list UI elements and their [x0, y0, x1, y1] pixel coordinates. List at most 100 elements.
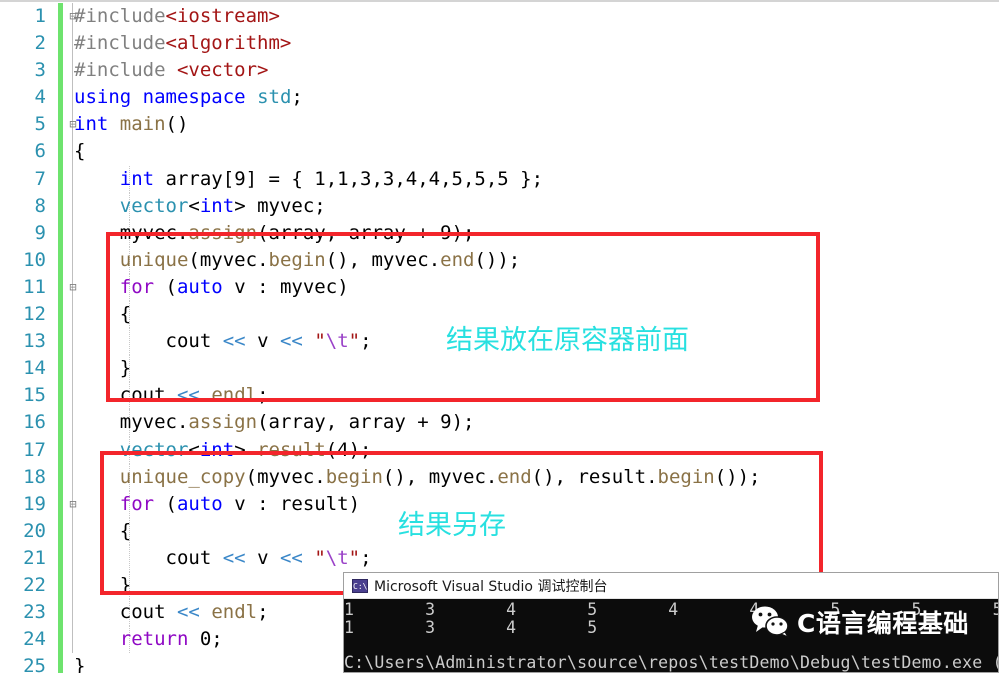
- line-number: 10: [23, 248, 46, 271]
- code-line[interactable]: 2 #include<algorithm>: [0, 30, 999, 58]
- change-indicator-bar: [58, 273, 63, 302]
- line-number: 4: [34, 86, 46, 109]
- console-app-icon: C:\: [352, 579, 368, 593]
- change-indicator-bar: [58, 463, 63, 491]
- line-number: 8: [34, 194, 46, 217]
- change-indicator-bar: [58, 409, 63, 437]
- line-number: 18: [23, 465, 46, 488]
- outline-guide-line: [72, 463, 73, 491]
- line-number: 1: [34, 5, 46, 27]
- code-line[interactable]: 5 ⊟ int main(): [0, 111, 999, 139]
- console-title-label: Microsoft Visual Studio 调试控制台: [374, 579, 608, 595]
- outline-guide-line: [72, 138, 73, 166]
- outline-guide-line: [72, 355, 73, 383]
- change-indicator-bar: [58, 192, 63, 220]
- outline-guide-line: [72, 165, 73, 193]
- code-line-text: vector<int> myvec;: [119, 194, 326, 217]
- annotation-text-in-place: 结果放在原容器前面: [446, 325, 689, 356]
- change-indicator-bar: [58, 626, 63, 654]
- code-line[interactable]: 8 vector<int> myvec;: [0, 192, 999, 220]
- outline-guide-line: [72, 192, 73, 220]
- outline-guide-line: [72, 409, 73, 437]
- line-number: 16: [23, 411, 46, 434]
- line-number: 9: [34, 221, 46, 244]
- code-line-text: #include<algorithm>: [74, 32, 292, 55]
- code-line-text: int array[9] = { 1,1,3,3,4,4,5,5,5 };: [119, 167, 544, 190]
- line-number: 23: [23, 601, 46, 624]
- wechat-account-name: C语言编程基础: [797, 609, 969, 638]
- change-indicator-bar: [58, 3, 63, 31]
- code-line-text: #include<iostream>: [74, 5, 280, 27]
- wechat-logo-icon: [752, 606, 790, 639]
- code-line[interactable]: 1 ⊟ #include<iostream>: [0, 3, 999, 31]
- change-indicator-bar: [58, 219, 63, 247]
- line-number: 25: [23, 655, 46, 673]
- change-indicator-bar: [58, 30, 63, 58]
- change-indicator-bar: [58, 544, 63, 572]
- screenshot-root: 1 ⊟ #include<iostream> 2 #include<algorithm>…: [0, 0, 999, 673]
- change-indicator-bar: [58, 653, 63, 673]
- outline-guide-line: [72, 571, 73, 600]
- line-number: 6: [34, 140, 46, 163]
- change-indicator-bar: [58, 165, 63, 193]
- wechat-logo: [751, 606, 791, 639]
- line-number: 20: [23, 519, 46, 542]
- line-number: 19: [23, 492, 46, 515]
- outline-guide-line: [72, 382, 73, 410]
- change-indicator-bar: [58, 57, 63, 85]
- code-line[interactable]: 3 #include <vector>: [0, 57, 999, 85]
- code-line-text: cout << endl;: [119, 601, 269, 624]
- line-number: 5: [34, 113, 46, 136]
- code-line-text: #include <vector>: [74, 59, 269, 82]
- code-line-text: return 0;: [119, 628, 223, 651]
- change-indicator-bar: [58, 599, 63, 627]
- outline-guide-line: [72, 544, 73, 572]
- change-indicator-bar: [58, 111, 63, 139]
- line-number: 17: [23, 438, 46, 461]
- console-output-row-2: 1 3 4 5: [344, 618, 598, 637]
- code-line[interactable]: 4 using namespace std;: [0, 84, 999, 112]
- outline-guide-line: [72, 246, 73, 274]
- code-line-text: int main(): [74, 113, 189, 136]
- change-indicator-bar: [58, 517, 63, 545]
- change-indicator-bar: [58, 355, 63, 383]
- change-indicator-bar: [58, 571, 63, 600]
- code-line[interactable]: 16 myvec.assign(array, array + 9);: [0, 409, 999, 437]
- line-number: 21: [23, 546, 46, 569]
- outline-guide-line: [72, 30, 73, 58]
- change-indicator-bar: [58, 328, 63, 356]
- outline-guide-line: [72, 599, 73, 627]
- outline-guide-line: [72, 517, 73, 545]
- line-number: 14: [23, 357, 46, 380]
- annotation-text-copy-out: 结果另存: [398, 510, 506, 541]
- code-line-text: {: [74, 140, 86, 163]
- code-line-text: }: [74, 655, 86, 673]
- outline-guide-line: [72, 219, 73, 247]
- red-highlight-box-unique: [106, 232, 820, 402]
- change-indicator-bar: [58, 301, 63, 329]
- line-number: 12: [23, 303, 46, 326]
- line-number: 3: [34, 59, 46, 82]
- line-number: 13: [23, 330, 46, 353]
- line-number: 2: [34, 32, 46, 55]
- change-indicator-bar: [58, 84, 63, 112]
- outline-guide-line: [72, 84, 73, 112]
- outline-guide-line: [72, 436, 73, 464]
- change-indicator-bar: [58, 246, 63, 274]
- line-number: 15: [23, 384, 46, 407]
- line-number: 7: [34, 167, 46, 190]
- console-title-bar[interactable]: C:\ Microsoft Visual Studio 调试控制台: [344, 573, 998, 599]
- code-line[interactable]: 6{: [0, 138, 999, 166]
- code-line-text: using namespace std;: [74, 86, 303, 109]
- change-indicator-bar: [58, 490, 63, 518]
- outline-guide-line: [72, 328, 73, 356]
- outline-guide-line: [72, 626, 73, 654]
- line-number: 11: [23, 275, 46, 298]
- change-indicator-bar: [58, 138, 63, 166]
- line-number: 22: [23, 573, 46, 596]
- console-exit-message: C:\Users\Administrator\source\repos\test…: [344, 653, 998, 672]
- code-line[interactable]: 7 int array[9] = { 1,1,3,3,4,4,5,5,5 };: [0, 165, 999, 193]
- wechat-watermark: C语言编程基础: [751, 604, 969, 640]
- code-line-text: myvec.assign(array, array + 9);: [119, 411, 475, 434]
- change-indicator-bar: [58, 436, 63, 464]
